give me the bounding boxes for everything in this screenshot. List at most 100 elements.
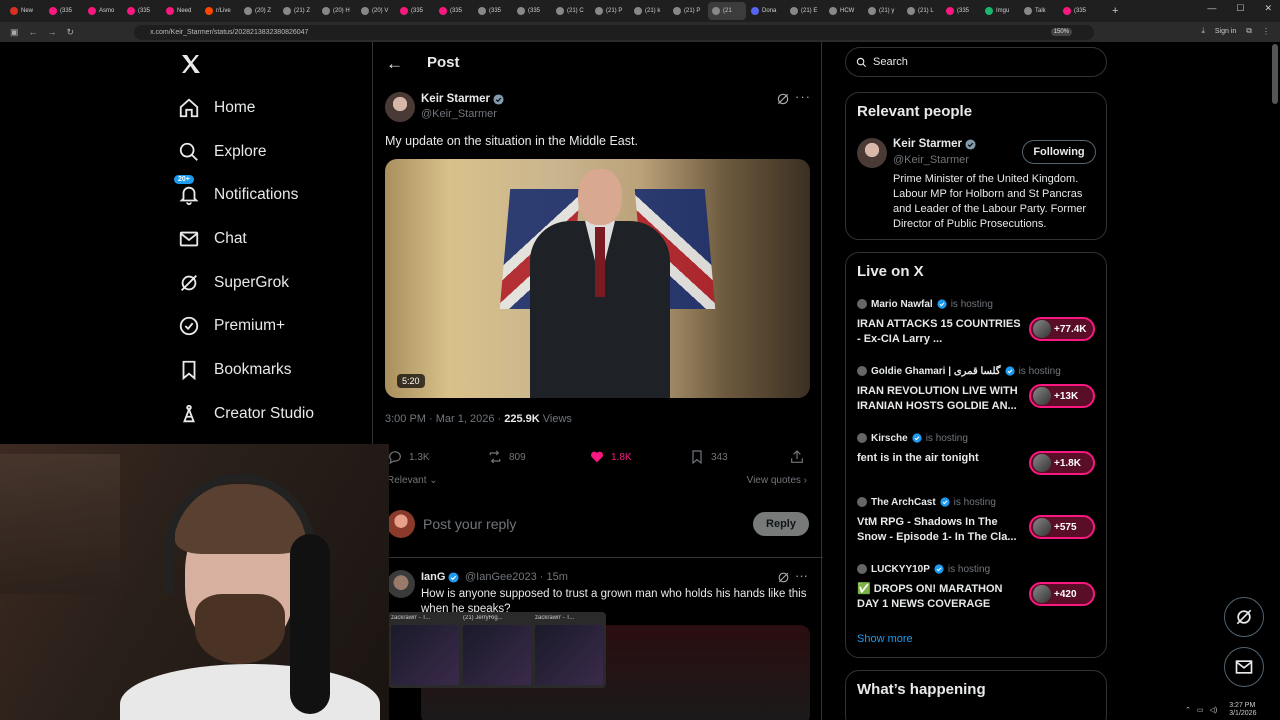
network-icon[interactable]: ▭ xyxy=(1197,706,1204,714)
browser-tab[interactable]: Imgu xyxy=(981,2,1019,20)
browser-tab[interactable]: (21) P xyxy=(669,2,707,20)
zoom-indicator[interactable]: 150% xyxy=(1050,27,1073,36)
reload-icon[interactable]: ↻ xyxy=(67,27,75,38)
live-listeners-pill[interactable]: +575 xyxy=(1029,515,1095,539)
browser-tab[interactable]: (21) E xyxy=(786,2,824,20)
more-options-icon[interactable]: ··· xyxy=(795,568,808,583)
browser-tab[interactable]: (21) Z xyxy=(279,2,317,20)
video-player[interactable]: 5:20 xyxy=(385,159,810,398)
nav-item-bookmarks[interactable]: Bookmarks xyxy=(178,348,314,392)
view-quotes-link[interactable]: View quotes › xyxy=(747,475,807,486)
browser-tab[interactable]: HCW xyxy=(825,2,863,20)
live-item[interactable]: Mario Nawfal is hosting IRAN ATTACKS 15 CO… xyxy=(857,297,1097,347)
grok-icon[interactable] xyxy=(776,92,790,106)
grok-fab-button[interactable] xyxy=(1224,597,1264,637)
post-timestamp[interactable]: 3:00 PM · Mar 1, 2026 · xyxy=(385,413,504,425)
browser-tab[interactable]: Asmo xyxy=(84,2,122,20)
reply-sort-dropdown[interactable]: Relevant ⌄ xyxy=(387,475,438,486)
live-listeners-pill[interactable]: +1.8K xyxy=(1029,451,1095,475)
clock[interactable]: 3:27 PM 3/1/2026 xyxy=(1229,702,1256,718)
x-logo-icon[interactable] xyxy=(179,52,203,76)
new-tab-button[interactable]: + xyxy=(1112,5,1118,17)
bookmark-button[interactable]: 343 xyxy=(689,449,728,465)
chevron-up-icon[interactable]: ⌃ xyxy=(1185,706,1191,714)
forward-icon[interactable]: → xyxy=(48,27,57,37)
page-scrollbar[interactable] xyxy=(1272,44,1278,104)
browser-tab[interactable]: (20) Z xyxy=(240,2,278,20)
extensions-icon[interactable]: ⧉ xyxy=(1246,26,1252,36)
nav-item-explore[interactable]: Explore xyxy=(178,130,314,174)
relevant-person-avatar[interactable] xyxy=(857,138,887,168)
menu-icon[interactable]: ⋮ xyxy=(1262,27,1270,36)
nav-item-supergrok[interactable]: SuperGrok xyxy=(178,261,314,305)
back-arrow-icon[interactable]: ← xyxy=(386,54,403,74)
live-item[interactable]: The ArchCast is hosting VtM RPG - Shadows … xyxy=(857,495,1097,545)
close-icon[interactable]: ✕ xyxy=(1264,3,1272,14)
browser-tab[interactable]: New xyxy=(6,2,44,20)
volume-icon[interactable]: ◁) xyxy=(1210,706,1218,714)
reply-button[interactable]: 1.3K xyxy=(387,449,430,465)
back-icon[interactable]: ← xyxy=(29,27,38,37)
browser-tab[interactable]: (335 xyxy=(1059,2,1097,20)
author-handle[interactable]: @Keir_Starmer xyxy=(421,108,497,120)
nav-item-notifications[interactable]: 20+ Notifications xyxy=(174,173,314,217)
live-listeners-pill[interactable]: +13K xyxy=(1029,384,1095,408)
browser-tab[interactable]: (335 xyxy=(435,2,473,20)
nav-item-creator-studio[interactable]: Creator Studio xyxy=(178,392,314,436)
browser-tab[interactable]: (335 xyxy=(942,2,980,20)
nav-item-home[interactable]: Home xyxy=(178,86,314,130)
browser-tab[interactable]: (335 xyxy=(513,2,551,20)
address-bar[interactable]: x.com/Keir_Starmer/status/20282138323808… xyxy=(134,24,1095,40)
browser-tab[interactable]: Dona xyxy=(747,2,785,20)
messages-fab-button[interactable] xyxy=(1224,647,1264,687)
nav-item-premium[interactable]: Premium+ xyxy=(178,304,314,348)
live-listeners-pill[interactable]: +77.4K xyxy=(1029,317,1095,341)
browser-tab[interactable]: Talk xyxy=(1020,2,1058,20)
show-more-link[interactable]: Show more xyxy=(857,633,913,645)
comment-author-name[interactable]: IanG xyxy=(421,571,459,583)
reply-input[interactable]: Post your reply xyxy=(423,516,516,532)
minimize-icon[interactable]: — xyxy=(1207,3,1216,14)
browser-tab[interactable]: (335 xyxy=(474,2,512,20)
comment-handle[interactable]: @IanGee2023 · 15m xyxy=(465,571,568,583)
browser-tab[interactable]: (21) P xyxy=(591,2,629,20)
like-button[interactable]: 1.8K xyxy=(589,449,632,465)
nav-item-chat[interactable]: Chat xyxy=(178,217,314,261)
browser-tab[interactable]: (21) k xyxy=(630,2,668,20)
reply-submit-button[interactable]: Reply xyxy=(753,512,809,536)
taskbar-preview[interactable]: (21) JerryRig... xyxy=(463,615,531,685)
browser-tab[interactable]: (20) H xyxy=(318,2,356,20)
maximize-icon[interactable]: ☐ xyxy=(1236,3,1244,14)
repost-button[interactable]: 809 xyxy=(487,449,526,465)
more-options-icon[interactable]: ··· xyxy=(795,89,811,104)
following-button[interactable]: Following xyxy=(1022,140,1096,164)
live-listeners-pill[interactable]: +420 xyxy=(1029,582,1095,606)
relevant-person-handle[interactable]: @Keir_Starmer xyxy=(893,154,969,166)
browser-tab[interactable]: r/Live xyxy=(201,2,239,20)
live-item[interactable]: Goldie Ghamari | گلسا قمری is hosting IRAN… xyxy=(857,364,1097,414)
browser-tab[interactable]: (335 xyxy=(45,2,83,20)
sign-in-button[interactable]: Sign in xyxy=(1215,28,1236,35)
share-button[interactable] xyxy=(789,449,805,465)
browser-tab[interactable]: Need xyxy=(162,2,200,20)
taskbar-preview[interactable]: zackrawrr - T... xyxy=(535,615,603,685)
grok-icon[interactable] xyxy=(777,571,790,584)
download-icon[interactable]: ⤓ xyxy=(1201,26,1205,36)
tab-favicon-icon xyxy=(439,7,447,15)
taskbar-preview[interactable]: zackrawrr - T... xyxy=(391,615,459,685)
browser-tab[interactable]: (20) V xyxy=(357,2,395,20)
comment-avatar[interactable] xyxy=(387,570,415,598)
sidebar-toggle-icon[interactable]: ▣ xyxy=(10,27,19,38)
search-input[interactable]: Search xyxy=(845,47,1107,77)
live-item[interactable]: LUCKYY10P is hosting ✅ DROPS ON! MARATHON … xyxy=(857,562,1097,612)
browser-tab[interactable]: (21) y xyxy=(864,2,902,20)
browser-tab[interactable]: (21 xyxy=(708,2,746,20)
author-name[interactable]: Keir Starmer xyxy=(421,93,504,105)
browser-tab[interactable]: (335 xyxy=(396,2,434,20)
author-avatar[interactable] xyxy=(385,92,415,122)
live-item[interactable]: Kirsche is hosting fent is in the air toni… xyxy=(857,431,1097,475)
relevant-person-name[interactable]: Keir Starmer xyxy=(893,138,976,150)
browser-tab[interactable]: (335 xyxy=(123,2,161,20)
browser-tab[interactable]: (21) C xyxy=(552,2,590,20)
browser-tab[interactable]: (21) L xyxy=(903,2,941,20)
